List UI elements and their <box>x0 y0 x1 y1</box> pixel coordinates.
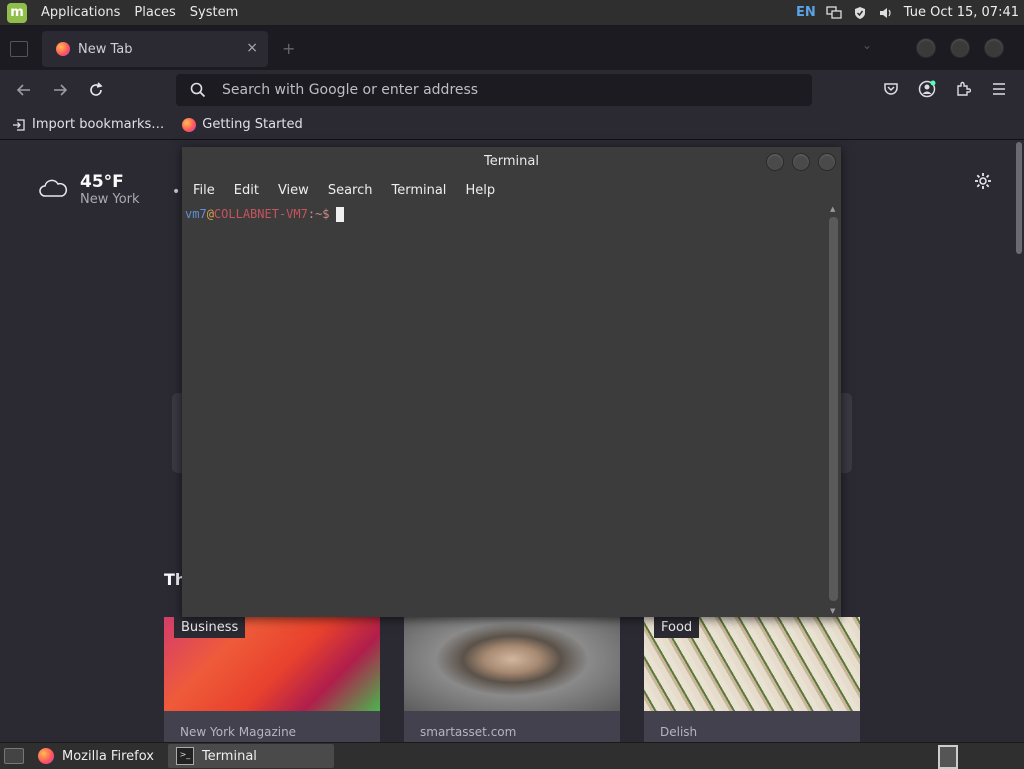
bookmark-label: Getting Started <box>202 117 303 132</box>
forward-button[interactable] <box>48 78 72 102</box>
hamburger-menu-icon[interactable] <box>988 78 1010 100</box>
story-source: smartasset.com <box>420 725 517 739</box>
clock[interactable]: Tue Oct 15, 07:41 <box>904 5 1019 20</box>
new-tab-button[interactable]: + <box>282 39 295 58</box>
workspace-switcher[interactable] <box>938 745 958 769</box>
terminal-icon: >_ <box>175 747 194 765</box>
firefox-nav-bar <box>0 70 1024 110</box>
story-category: Business <box>174 617 246 638</box>
network-icon[interactable] <box>826 5 842 20</box>
prompt-host: COLLABNET-VM7 <box>213 207 308 221</box>
system-tray: EN Tue Oct 15, 07:41 <box>796 0 1019 25</box>
tab-title: New Tab <box>78 41 133 57</box>
minimize-button[interactable] <box>916 38 936 58</box>
taskbar-terminal[interactable]: >_ Terminal <box>167 744 334 768</box>
terminal-output[interactable]: vm7@COLLABNET-VM7:~$ <box>182 203 827 617</box>
mint-menu-icon[interactable]: m <box>7 2 27 23</box>
prompt-at: @ <box>206 207 214 221</box>
top-panel: m Applications Places System EN Tue Oct … <box>0 0 1024 26</box>
back-button[interactable] <box>12 78 36 102</box>
terminal-window-controls <box>766 153 836 171</box>
gear-icon[interactable] <box>972 170 994 192</box>
tab-close-icon[interactable]: × <box>246 40 258 56</box>
terminal-scrollbar[interactable]: ▲ ▼ <box>827 203 841 617</box>
bookmark-getting-started[interactable]: Getting Started <box>182 117 303 132</box>
firefox-tab-bar: New Tab × + ⌄ <box>0 26 1024 70</box>
terminal-menubar: File Edit View Search Terminal Help <box>182 177 841 203</box>
story-category: Food <box>654 617 700 638</box>
firefox-favicon-icon <box>56 42 70 56</box>
show-desktop-icon[interactable] <box>4 748 24 764</box>
weather-widget[interactable]: 45°F New York <box>38 172 140 208</box>
pocket-icon[interactable] <box>880 78 902 100</box>
shortcut-panel-edge-right <box>840 393 852 473</box>
shell-prompt: vm7@COLLABNET-VM7:~$ <box>185 207 344 222</box>
places-menu[interactable]: Places <box>127 5 182 20</box>
menu-view[interactable]: View <box>267 183 317 198</box>
story-card[interactable]: smartasset.com <box>404 617 620 742</box>
terminal-window[interactable]: Terminal File Edit View Search Terminal … <box>182 147 841 617</box>
menu-edit[interactable]: Edit <box>223 183 267 198</box>
terminal-close-button[interactable] <box>818 153 836 171</box>
import-icon <box>12 118 26 132</box>
bookmark-import[interactable]: Import bookmarks… <box>12 117 164 132</box>
prompt-path: :~$ <box>307 207 330 221</box>
text-cursor <box>335 207 344 222</box>
task-label: Terminal <box>201 748 257 764</box>
firefox-icon <box>182 117 197 132</box>
firefox-icon <box>38 748 54 764</box>
volume-icon[interactable] <box>878 6 894 20</box>
applications-menu[interactable]: Applications <box>34 5 127 20</box>
terminal-maximize-button[interactable] <box>792 153 810 171</box>
address-input[interactable] <box>220 81 784 99</box>
keyboard-layout-indicator[interactable]: EN <box>796 5 816 20</box>
scroll-down-icon[interactable]: ▼ <box>830 607 835 615</box>
firefox-window-controls <box>916 38 1004 58</box>
menu-file[interactable]: File <box>182 183 223 198</box>
maximize-button[interactable] <box>950 38 970 58</box>
scroll-up-icon[interactable]: ▲ <box>830 205 835 213</box>
page-scrollbar[interactable] <box>1016 142 1022 254</box>
prompt-user: vm7 <box>185 207 207 221</box>
story-source: New York Magazine <box>180 725 297 739</box>
list-all-tabs-icon[interactable]: ⌄ <box>862 38 872 52</box>
tab-new-tab[interactable]: New Tab × <box>42 31 268 67</box>
menu-search[interactable]: Search <box>317 183 381 198</box>
taskbar-firefox[interactable]: Mozilla Firefox <box>30 744 162 768</box>
sidebar-toggle-icon[interactable] <box>10 41 28 57</box>
terminal-title[interactable]: Terminal <box>182 147 841 177</box>
toolbar-actions <box>880 78 1010 100</box>
system-menu[interactable]: System <box>183 5 245 20</box>
story-source: Delish <box>660 725 698 739</box>
account-icon[interactable] <box>916 78 938 100</box>
address-bar[interactable] <box>176 74 812 106</box>
bookmark-label: Import bookmarks… <box>32 117 165 132</box>
terminal-scroll-thumb[interactable] <box>829 217 838 601</box>
weather-location: New York <box>80 192 140 207</box>
menu-terminal[interactable]: Terminal <box>380 183 454 198</box>
close-window-button[interactable] <box>984 38 1004 58</box>
cloud-icon <box>38 177 68 203</box>
task-label: Mozilla Firefox <box>62 748 154 764</box>
story-card[interactable]: Business New York Magazine <box>164 617 380 742</box>
terminal-minimize-button[interactable] <box>766 153 784 171</box>
bookmarks-toolbar: Import bookmarks… Getting Started <box>0 110 1024 140</box>
reload-button[interactable] <box>84 78 108 102</box>
weather-temperature: 45°F <box>80 172 124 192</box>
story-card[interactable]: Food Delish <box>644 617 860 742</box>
story-thumbnail <box>404 617 620 711</box>
search-icon <box>190 82 206 98</box>
extensions-icon[interactable] <box>952 78 974 100</box>
bottom-panel: Mozilla Firefox >_ Terminal <box>0 742 1024 769</box>
shield-icon[interactable] <box>852 6 868 20</box>
menu-help[interactable]: Help <box>454 183 503 198</box>
